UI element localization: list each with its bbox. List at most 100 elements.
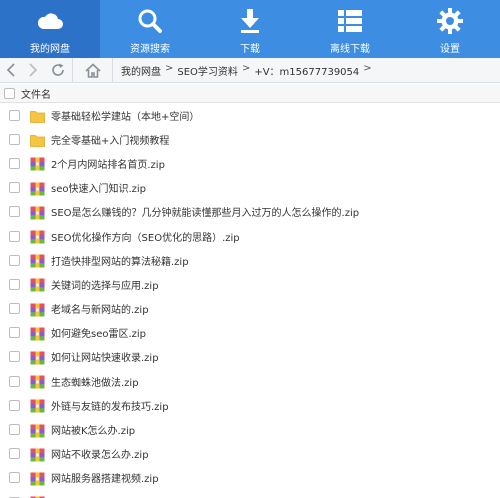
file-name[interactable]: 零基础轻松学建站（本地+空间） xyxy=(51,108,199,123)
file-name[interactable]: 打造快排型网站的算法秘籍.zip xyxy=(51,253,189,268)
file-row[interactable]: 网站不收录怎么办.zip xyxy=(0,442,500,466)
row-checkbox[interactable] xyxy=(9,230,20,242)
file-name[interactable]: 关键词的选择与应用.zip xyxy=(51,277,159,292)
row-checkbox[interactable] xyxy=(9,278,20,290)
toolbar-my-disk[interactable]: 我的网盘 xyxy=(0,0,100,58)
row-checkbox[interactable] xyxy=(9,472,20,484)
zip-file-icon xyxy=(30,205,45,220)
row-checkbox[interactable] xyxy=(9,448,20,460)
row-checkbox[interactable] xyxy=(9,182,20,194)
file-row[interactable]: 关键词的选择与应用.zip xyxy=(0,272,500,296)
file-name[interactable]: 完全零基础+入门视频教程 xyxy=(51,132,169,147)
toolbar-label: 下载 xyxy=(240,44,260,55)
file-list-header: 文件名 xyxy=(0,84,500,103)
row-checkbox[interactable] xyxy=(9,206,20,218)
gear-icon xyxy=(434,7,466,35)
file-name[interactable]: 老域名与新网站的.zip xyxy=(51,301,149,316)
refresh-icon xyxy=(52,63,64,76)
zip-file-icon xyxy=(30,447,45,462)
row-checkbox[interactable] xyxy=(9,424,20,436)
file-row[interactable]: 零基础轻松学建站（本地+空间） xyxy=(0,103,500,127)
download-icon xyxy=(234,7,266,35)
zip-file-icon xyxy=(30,229,45,244)
cloud-icon xyxy=(34,7,66,35)
file-row[interactable]: 如何让网站快速收录.zip xyxy=(0,345,500,369)
toolbar-resource-search[interactable]: 资源搜索 xyxy=(100,0,200,58)
file-name[interactable]: 如何避免seo雷区.zip xyxy=(51,325,146,340)
zip-file-icon xyxy=(30,253,45,268)
row-checkbox[interactable] xyxy=(9,157,20,169)
file-name[interactable]: 网站被K怎么办.zip xyxy=(51,422,135,437)
file-row[interactable]: 打造快排型网站的算法秘籍.zip xyxy=(0,248,500,272)
breadcrumb-item[interactable]: SEO学习资料 xyxy=(177,63,238,78)
zip-file-icon xyxy=(30,302,45,317)
path-bar: 我的网盘 > SEO学习资料 > +V：m15677739054 > xyxy=(0,57,500,83)
row-checkbox[interactable] xyxy=(9,327,20,339)
row-checkbox[interactable] xyxy=(9,351,20,363)
file-name[interactable]: 如何让网站快速收录.zip xyxy=(51,349,159,364)
zip-file-icon xyxy=(30,423,45,438)
breadcrumb-item[interactable]: +V：m15677739054 xyxy=(254,63,359,78)
file-row[interactable]: 生态蜘蛛池做法.zip xyxy=(0,369,500,393)
file-name[interactable]: 2个月内网站排名首页.zip xyxy=(51,156,165,171)
chevron-right-icon xyxy=(29,63,38,77)
zip-file-icon xyxy=(30,326,45,341)
column-filename[interactable]: 文件名 xyxy=(21,86,51,101)
file-name[interactable]: SEO优化操作方向（SEO优化的思路）.zip xyxy=(51,229,240,244)
breadcrumb-separator: > xyxy=(241,62,251,74)
zip-file-icon xyxy=(30,277,45,292)
home-button[interactable] xyxy=(73,57,113,83)
folder-icon xyxy=(30,132,45,148)
folder-icon xyxy=(30,108,45,123)
select-all-checkbox[interactable] xyxy=(4,87,15,99)
file-row[interactable]: 完全零基础+入门视频教程 xyxy=(0,127,500,151)
zip-file-icon xyxy=(30,374,45,389)
file-row[interactable]: 外链与友链的发布技巧.zip xyxy=(0,393,500,417)
zip-file-icon xyxy=(30,181,45,196)
breadcrumb-separator: > xyxy=(165,62,174,74)
breadcrumb: 我的网盘 > SEO学习资料 > +V：m15677739054 > xyxy=(113,63,372,78)
back-button[interactable] xyxy=(0,58,22,83)
file-row[interactable]: 如何避免seo雷区.zip xyxy=(0,321,500,345)
row-checkbox[interactable] xyxy=(9,375,20,387)
row-checkbox[interactable] xyxy=(9,399,20,411)
file-name[interactable]: 生态蜘蛛池做法.zip xyxy=(51,374,139,389)
toolbar-offline-download[interactable]: 离线下载 xyxy=(300,0,400,58)
row-checkbox[interactable] xyxy=(9,303,20,315)
file-name[interactable]: 网站不收录怎么办.zip xyxy=(51,446,149,461)
list-icon xyxy=(334,7,366,35)
file-list: 零基础轻松学建站（本地+空间） 完全零基础+入门视频教程 2个月内网站排名首页.zi… xyxy=(0,103,500,498)
file-name[interactable]: 网站服务器搭建视频.zip xyxy=(51,470,159,485)
toolbar-label: 资源搜索 xyxy=(130,44,170,55)
refresh-button[interactable] xyxy=(44,58,72,83)
file-row[interactable]: seo快速入门知识.zip xyxy=(0,176,500,200)
zip-file-icon xyxy=(30,398,45,413)
toolbar-label: 设置 xyxy=(440,44,460,55)
file-row[interactable]: 网站内容的搭建.zip xyxy=(0,490,500,498)
file-name[interactable]: seo快速入门知识.zip xyxy=(51,180,146,195)
toolbar-download[interactable]: 下载 xyxy=(200,0,300,58)
zip-file-icon xyxy=(30,350,45,365)
breadcrumb-item[interactable]: 我的网盘 xyxy=(121,63,161,78)
file-row[interactable]: 2个月内网站排名首页.zip xyxy=(0,151,500,175)
file-name[interactable]: SEO是怎么赚钱的？几分钟就能读懂那些月入过万的人怎么操作的.zip xyxy=(51,204,359,219)
file-row[interactable]: SEO是怎么赚钱的？几分钟就能读懂那些月入过万的人怎么操作的.zip xyxy=(0,200,500,224)
chevron-left-icon xyxy=(6,63,15,77)
file-row[interactable]: 老域名与新网站的.zip xyxy=(0,297,500,321)
top-toolbar: 我的网盘 资源搜索 下载 离线下载 设置 xyxy=(0,0,500,58)
toolbar-label: 我的网盘 xyxy=(30,44,70,55)
row-checkbox[interactable] xyxy=(9,254,20,266)
row-checkbox[interactable] xyxy=(9,109,20,121)
search-icon xyxy=(134,7,166,35)
file-row[interactable]: SEO优化操作方向（SEO优化的思路）.zip xyxy=(0,224,500,248)
file-row[interactable]: 网站服务器搭建视频.zip xyxy=(0,466,500,490)
home-icon xyxy=(84,62,101,78)
row-checkbox[interactable] xyxy=(9,133,20,145)
file-name[interactable]: 外链与友链的发布技巧.zip xyxy=(51,398,169,413)
breadcrumb-separator: > xyxy=(363,62,372,74)
forward-button[interactable] xyxy=(22,58,44,83)
file-name[interactable]: 网站内容的搭建.zip xyxy=(51,495,139,498)
zip-file-icon xyxy=(30,156,45,171)
file-row[interactable]: 网站被K怎么办.zip xyxy=(0,417,500,441)
toolbar-settings[interactable]: 设置 xyxy=(400,0,500,58)
